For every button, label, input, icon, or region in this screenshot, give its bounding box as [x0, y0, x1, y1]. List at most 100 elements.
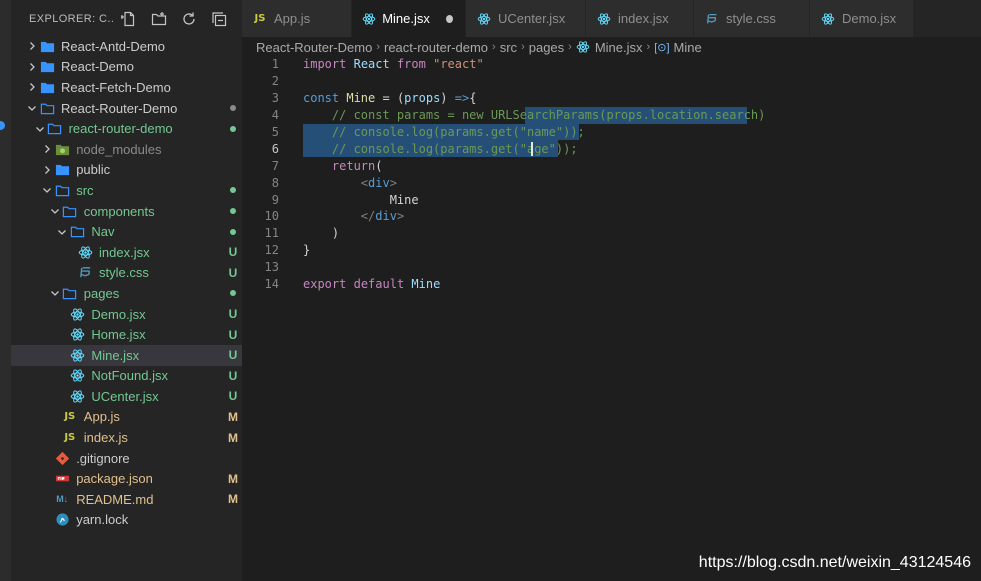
- new-file-icon[interactable]: [119, 9, 139, 29]
- tree-folder-react-antd-demo[interactable]: React-Antd-Demo: [11, 36, 242, 57]
- watermark: https://blog.csdn.net/weixin_43124546: [698, 554, 971, 571]
- tab-label: style.css: [726, 11, 776, 26]
- code-line[interactable]: 2: [242, 73, 981, 90]
- tab-mine-jsx[interactable]: Mine.jsx: [352, 0, 466, 37]
- text-cursor: [531, 142, 534, 156]
- tree-item-label: .gitignore: [76, 450, 130, 466]
- tree-item-label: Demo.jsx: [91, 306, 146, 322]
- code-line[interactable]: 13: [242, 259, 981, 276]
- breadcrumb-item[interactable]: Mine.jsx: [595, 40, 643, 55]
- tree-file-ucenter-jsx[interactable]: UCenter.jsx U: [11, 386, 242, 407]
- tree-folder-src[interactable]: src: [11, 180, 242, 201]
- react-icon: [69, 306, 85, 322]
- tree-file-notfound-jsx[interactable]: NotFound.jsx U: [11, 366, 242, 387]
- tree-file-package-json[interactable]: package.json M: [11, 468, 242, 489]
- node-folder-icon: [54, 141, 70, 157]
- explorer-title: EXPLORER: C...: [29, 13, 115, 25]
- tree-folder-react-router-demo[interactable]: react-router-demo: [11, 118, 242, 139]
- tree-item-label: index.js: [83, 430, 128, 446]
- line-number: 14: [264, 277, 279, 292]
- code-text: }: [303, 243, 311, 258]
- code-line[interactable]: 14 export default Mine: [242, 276, 981, 293]
- git-status-badge: M: [228, 430, 238, 445]
- tree-file-app-js[interactable]: JS App.js M: [11, 407, 242, 428]
- breadcrumb-item[interactable]: react-router-demo: [384, 40, 488, 55]
- code-line[interactable]: 10 </div>: [242, 208, 981, 225]
- code-line[interactable]: 12}: [242, 242, 981, 259]
- react-icon: [820, 11, 836, 27]
- tree-file-index-jsx[interactable]: index.jsx U: [11, 242, 242, 263]
- breadcrumb-item[interactable]: React-Router-Demo: [256, 40, 372, 55]
- code-line[interactable]: 5 // console.log(params.get("name"));: [242, 123, 981, 141]
- tab-style-css[interactable]: style.css: [694, 0, 810, 37]
- tree-item-label: React-Fetch-Demo: [61, 79, 171, 95]
- line-number: 2: [271, 74, 279, 89]
- tree-file-home-jsx[interactable]: Home.jsx U: [11, 324, 242, 345]
- line-number: 4: [271, 108, 279, 123]
- code-line[interactable]: 3 const Mine = (props) =>{: [242, 90, 981, 107]
- code-text: export default Mine: [303, 277, 441, 292]
- chevron-down-icon: [40, 185, 54, 195]
- npm-icon: [54, 471, 70, 487]
- react-icon: [576, 40, 590, 54]
- tree-file-index-js[interactable]: JS index.js M: [11, 427, 242, 448]
- tree-folder-public[interactable]: public: [11, 160, 242, 181]
- css-icon: [704, 11, 720, 27]
- git-status-badge: M: [228, 409, 238, 424]
- symbol-variable-icon: [⊙]: [654, 41, 670, 54]
- breadcrumb-item[interactable]: Mine: [674, 40, 702, 55]
- tree-folder-react-router-demo[interactable]: React-Router-Demo: [11, 98, 242, 119]
- tree-folder-components[interactable]: components: [11, 201, 242, 222]
- breadcrumb-separator-icon: ›: [376, 41, 380, 53]
- chevron-down-icon: [55, 227, 69, 237]
- js-icon: JS: [254, 13, 266, 24]
- code-view[interactable]: 1 import React from "react" 2 3 const Mine =…: [242, 56, 981, 292]
- tree-folder-nav[interactable]: Nav: [11, 221, 242, 242]
- chevron-down-icon: [48, 288, 62, 298]
- breadcrumb-item[interactable]: pages: [529, 40, 564, 55]
- chevron-down-icon: [48, 206, 62, 216]
- code-line[interactable]: 8 <div>: [242, 174, 981, 191]
- refresh-icon[interactable]: [179, 9, 199, 29]
- folder-icon: [39, 79, 55, 95]
- code-line[interactable]: 4 // const params = new URLSearchParams(…: [242, 106, 981, 124]
- code-line[interactable]: 1 import React from "react": [242, 56, 981, 73]
- tree-folder-react-demo[interactable]: React-Demo: [11, 57, 242, 78]
- tab-demo-jsx[interactable]: Demo.jsx: [810, 0, 914, 37]
- folder-open-icon: [47, 121, 63, 137]
- code-text: Mine: [303, 192, 419, 207]
- tree-folder-pages[interactable]: pages: [11, 283, 242, 304]
- tree-item-label: React-Demo: [61, 59, 134, 75]
- editor-tabs: JS App.js Mine.jsx UCenter.jsx index.jsx styl…: [242, 0, 981, 37]
- code-line[interactable]: 9 Mine: [242, 191, 981, 208]
- tab-ucenter-jsx[interactable]: UCenter.jsx: [466, 0, 586, 37]
- tree-file-demo-jsx[interactable]: Demo.jsx U: [11, 304, 242, 325]
- new-folder-icon[interactable]: [149, 9, 169, 29]
- tree-file-mine-jsx[interactable]: Mine.jsx U: [11, 344, 242, 366]
- tab-app-js[interactable]: JS App.js: [242, 0, 352, 37]
- code-line[interactable]: 7 return(: [242, 157, 981, 174]
- tree-folder-node-modules[interactable]: node_modules: [11, 139, 242, 160]
- tree-file-readme-md[interactable]: M↓ README.md M: [11, 489, 242, 510]
- tab-index-jsx[interactable]: index.jsx: [586, 0, 694, 37]
- explorer-header: EXPLORER: C...: [11, 0, 242, 38]
- tree-folder-react-fetch-demo[interactable]: React-Fetch-Demo: [11, 77, 242, 98]
- tree-item-label: node_modules: [76, 141, 162, 157]
- tree-item-label: components: [83, 203, 155, 219]
- breadcrumb-separator-icon: ›: [646, 41, 651, 53]
- line-number: 5: [271, 125, 279, 139]
- git-status-badge: M: [228, 492, 238, 507]
- code-text: import React from "react": [303, 57, 484, 72]
- git-status-dot: [230, 208, 236, 215]
- css-icon: [77, 265, 93, 281]
- collapse-all-icon[interactable]: [209, 9, 229, 29]
- code-line[interactable]: 6 // console.log(params.get("age"));: [242, 140, 981, 158]
- unsaved-dot-icon[interactable]: [445, 14, 453, 23]
- tree-file-style-css[interactable]: style.css U: [11, 263, 242, 284]
- breadcrumb-separator-icon: ›: [568, 41, 572, 53]
- code-line[interactable]: 11 ): [242, 225, 981, 242]
- breadcrumb-item[interactable]: src: [500, 40, 517, 55]
- tree-file-gitignore[interactable]: .gitignore: [11, 448, 242, 469]
- tree-file-yarn-lock[interactable]: yarn.lock: [11, 510, 242, 531]
- react-icon: [69, 368, 85, 384]
